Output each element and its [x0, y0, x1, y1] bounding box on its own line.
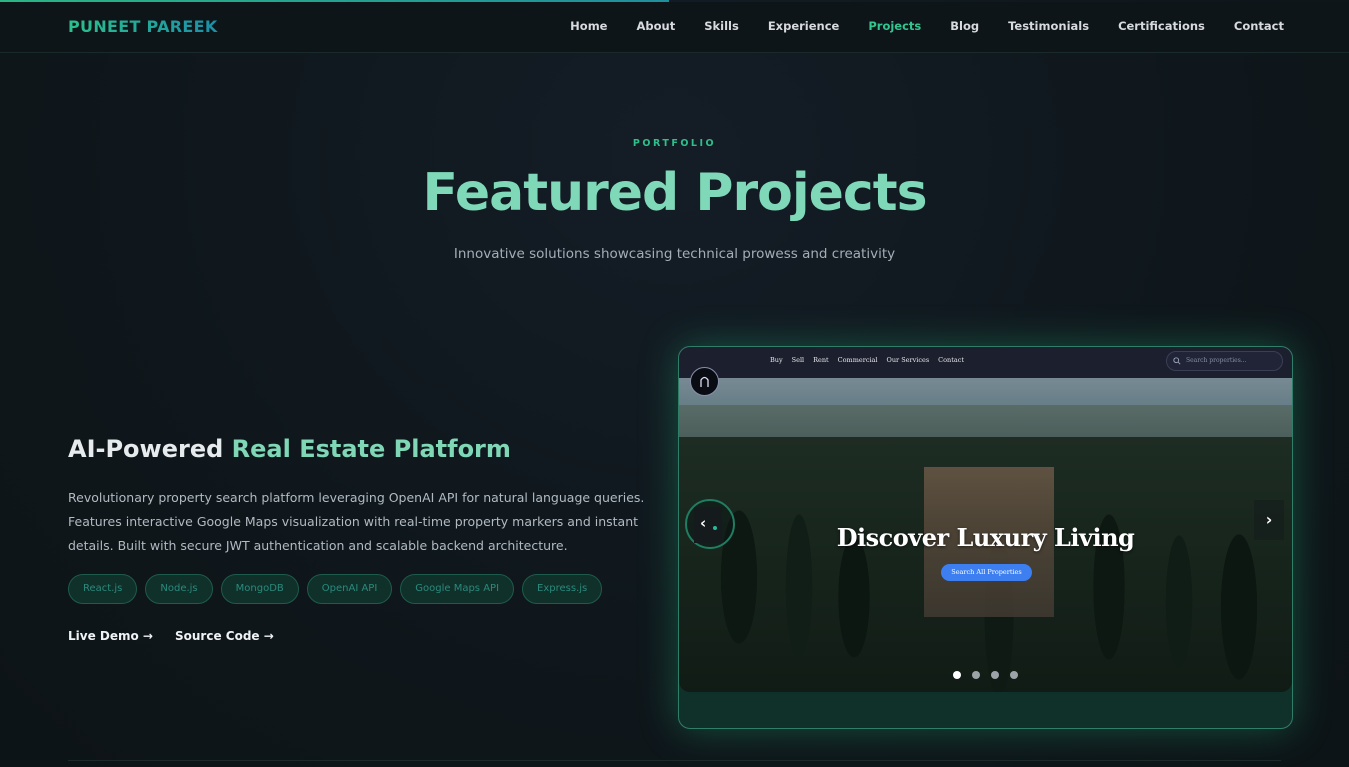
search-all-properties-button[interactable]: Search All Properties [941, 564, 1032, 581]
preview-nav-links: Buy Sell Rent Commercial Our Services Co… [770, 356, 964, 364]
preview-logo-icon [690, 367, 719, 396]
carousel-dot[interactable] [991, 671, 999, 679]
carousel-dot[interactable] [972, 671, 980, 679]
prev-button-backdrop [694, 507, 722, 543]
project-links: Live Demo → Source Code → [68, 629, 274, 643]
tech-tag: OpenAI API [306, 574, 393, 604]
section-divider [68, 760, 1281, 761]
preview-nav-contact[interactable]: Contact [938, 356, 964, 364]
search-placeholder: Search properties... [1186, 357, 1247, 364]
nav-projects[interactable]: Projects [868, 19, 921, 33]
preview-nav-sell[interactable]: Sell [792, 356, 804, 364]
live-demo-link[interactable]: Live Demo → [68, 629, 153, 643]
carousel-dots [953, 671, 1018, 679]
project-screenshot-carousel: Buy Sell Rent Commercial Our Services Co… [679, 347, 1292, 692]
nav-blog[interactable]: Blog [950, 19, 979, 33]
section-eyebrow: PORTFOLIO [632, 138, 717, 149]
tech-tag: MongoDB [220, 574, 299, 604]
cursor-dot [713, 526, 717, 530]
site-logo[interactable]: PUNEET PAREEK [68, 17, 218, 36]
section-title: Featured Projects [422, 163, 927, 223]
preview-nav-rent[interactable]: Rent [813, 356, 829, 364]
nav-contact[interactable]: Contact [1234, 19, 1284, 33]
chevron-left-icon: ‹ [700, 514, 707, 532]
preview-nav-buy[interactable]: Buy [770, 356, 783, 364]
tech-tag: React.js [68, 574, 138, 604]
tech-tags: React.js Node.js MongoDB OpenAI API Goog… [68, 574, 603, 604]
arch-logo-icon [700, 376, 709, 387]
carousel-dot[interactable] [1010, 671, 1018, 679]
carousel-prev-button[interactable]: ‹ [685, 499, 735, 549]
preview-nav-services[interactable]: Our Services [887, 356, 930, 364]
site-header: PUNEET PAREEK Home About Skills Experien… [0, 2, 1349, 53]
nav-home[interactable]: Home [570, 19, 607, 33]
section-subtitle: Innovative solutions showcasing technica… [453, 246, 896, 262]
tech-tag: Node.js [145, 574, 213, 604]
preview-navbar: Buy Sell Rent Commercial Our Services Co… [679, 347, 1292, 378]
nav-testimonials[interactable]: Testimonials [1008, 19, 1089, 33]
image-overlay [679, 347, 1292, 692]
project-title: AI-Powered Real Estate Platform [68, 435, 511, 463]
nav-experience[interactable]: Experience [768, 19, 840, 33]
project-title-part2: Real Estate Platform [231, 435, 511, 463]
preview-hero-heading: Discover Luxury Living [836, 523, 1135, 552]
nav-about[interactable]: About [636, 19, 675, 33]
preview-search-input[interactable]: Search properties... [1166, 351, 1283, 371]
project-description: Revolutionary property search platform l… [68, 490, 645, 553]
nav-skills[interactable]: Skills [704, 19, 739, 33]
nav-certifications[interactable]: Certifications [1118, 19, 1205, 33]
carousel-dot[interactable] [953, 671, 961, 679]
preview-nav-commercial[interactable]: Commercial [838, 356, 878, 364]
source-code-link[interactable]: Source Code → [175, 629, 274, 643]
carousel-next-button[interactable]: › [1254, 500, 1284, 540]
project-title-part1: AI-Powered [68, 435, 224, 463]
main-nav: Home About Skills Experience Projects Bl… [541, 19, 1284, 33]
tech-tag: Express.js [522, 574, 603, 604]
search-icon [1173, 357, 1181, 365]
tech-tag: Google Maps API [400, 574, 515, 604]
